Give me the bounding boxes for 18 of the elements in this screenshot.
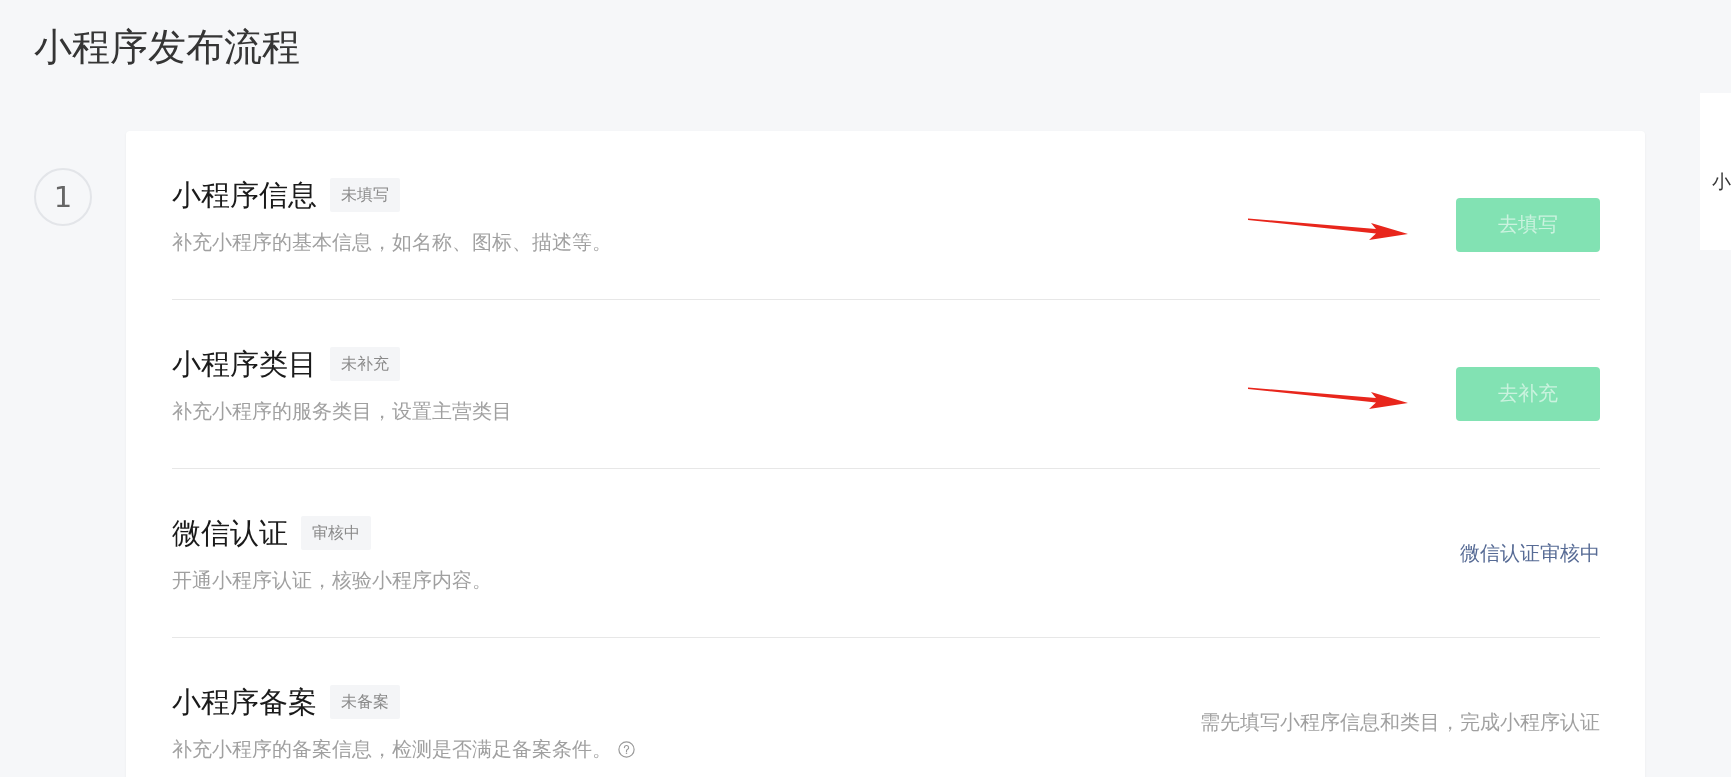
status-tag: 未备案 <box>330 685 400 719</box>
task-title: 小程序信息 <box>172 177 317 214</box>
task-title: 微信认证 <box>172 515 288 552</box>
task-description: 补充小程序的服务类目，设置主营类目 <box>172 398 512 425</box>
help-icon[interactable] <box>618 740 635 758</box>
status-tag: 未补充 <box>330 347 400 381</box>
status-tag: 未填写 <box>330 178 400 212</box>
status-text: 微信认证审核中 <box>1460 540 1600 567</box>
task-title: 小程序类目 <box>172 346 317 383</box>
hint-text: 需先填写小程序信息和类目，完成小程序认证 <box>1200 709 1600 736</box>
page-title: 小程序发布流程 <box>34 24 300 70</box>
task-description: 补充小程序的备案信息，检测是否满足备案条件。 <box>172 736 612 763</box>
task-description: 补充小程序的基本信息，如名称、图标、描述等。 <box>172 229 612 256</box>
side-panel-text: 小 <box>1712 170 1731 192</box>
task-description: 开通小程序认证，核验小程序内容。 <box>172 567 492 594</box>
task-title: 小程序备案 <box>172 684 317 721</box>
status-tag: 审核中 <box>301 516 371 550</box>
step-indicator: 1 <box>34 168 92 226</box>
